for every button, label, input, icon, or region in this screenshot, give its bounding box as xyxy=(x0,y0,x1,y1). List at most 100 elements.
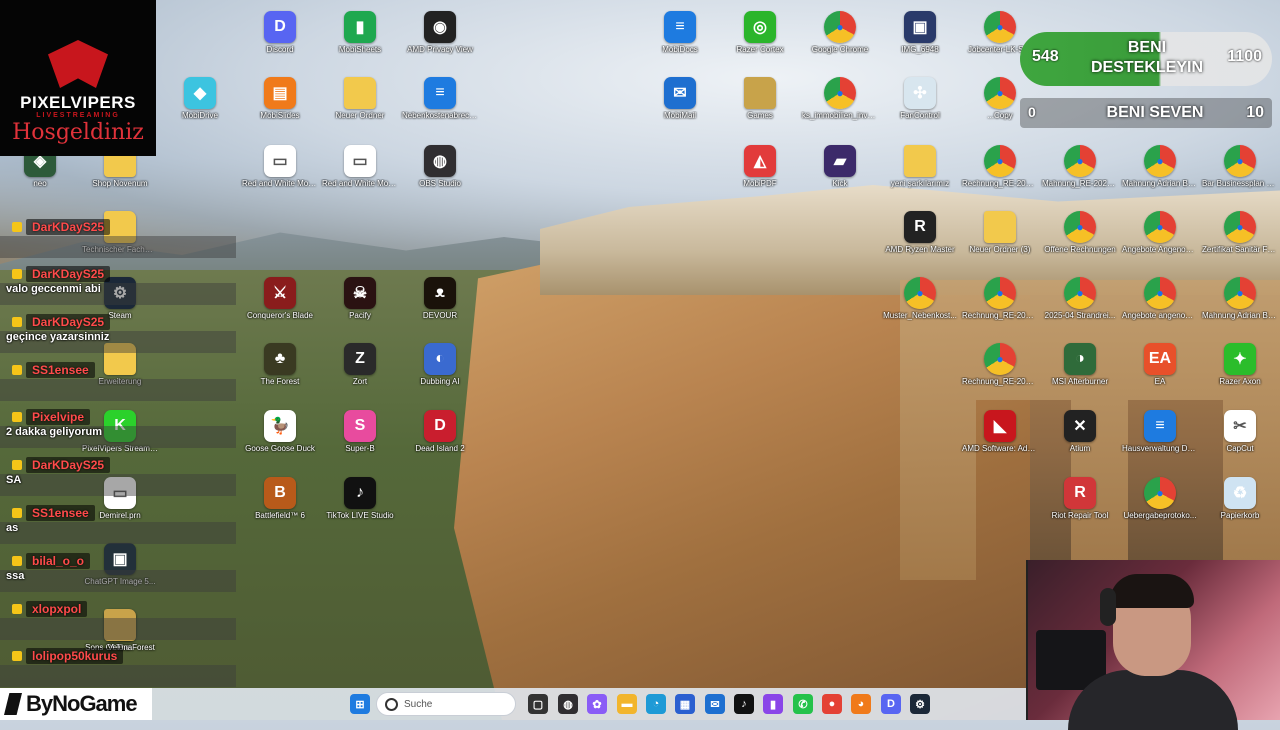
tiktok-icon[interactable]: ♪ xyxy=(734,694,754,714)
desktop-icon[interactable]: ◐ Dubbing AI xyxy=(400,338,480,400)
discord-icon[interactable]: D xyxy=(881,694,901,714)
desktop-icon[interactable]: ✣ FanControl xyxy=(880,72,960,134)
desktop-icon[interactable]: R Riot Repair Tool xyxy=(1040,472,1120,534)
desktop-icon[interactable]: ● Rechnung_RE-2025... Abschlagsrechnun... xyxy=(960,140,1040,202)
desktop-icon[interactable]: 🦆 Goose Goose Duck xyxy=(240,405,320,467)
icon-glyph: ▤ xyxy=(272,85,288,102)
desktop-icon[interactable]: ✦ Razer Axon xyxy=(1200,338,1280,400)
desktop-icon-label: Red and White Modern Men's F... xyxy=(322,179,400,188)
desktop-icon[interactable]: ◍ OBS Studio xyxy=(400,140,480,202)
desktop-icon[interactable]: ᴥ DEVOUR xyxy=(400,272,480,334)
desktop-icon[interactable]: S Super-B xyxy=(320,405,400,467)
icon-glyph: ▭ xyxy=(352,153,368,170)
desktop-icon-label: Dead Island 2 xyxy=(415,444,465,453)
desktop-icon[interactable]: ✂ CapCut xyxy=(1200,405,1280,467)
file-explorer-icon[interactable]: ▬ xyxy=(617,694,637,714)
desktop-icon[interactable]: D Discord xyxy=(240,6,320,68)
desktop-icon[interactable]: ≡ Nebenkostenabrec... 2024 Ian xyxy=(400,72,480,134)
desktop-icon[interactable]: ☠ Pacify xyxy=(320,272,400,334)
desktop-icon[interactable]: ◣ AMD Software: Adrenalin Edition xyxy=(960,405,1040,467)
chrome-icon: ● xyxy=(1224,211,1256,243)
desktop-icon[interactable]: ▭ Red and White Modern Men's F... xyxy=(240,140,320,202)
windows-start-icon[interactable]: ⊞ xyxy=(350,694,370,714)
icon-glyph: ▰ xyxy=(833,153,847,170)
desktop-icon[interactable]: ● Angebote angenommen xyxy=(1120,272,1200,334)
steam-icon[interactable]: ⚙ xyxy=(910,694,930,714)
whatsapp-icon[interactable]: ✆ xyxy=(793,694,813,714)
desktop-icon[interactable]: ✉ MobiMail xyxy=(640,72,720,134)
copilot-icon[interactable]: ✿ xyxy=(587,694,607,714)
desktop-icon[interactable]: ♣ The Forest xyxy=(240,338,320,400)
taskbar-search[interactable]: Suche xyxy=(376,692,516,716)
folder-icon xyxy=(904,145,936,177)
chrome-icon: ● xyxy=(1064,277,1096,309)
chat-username: DarKDayS25 xyxy=(26,314,111,330)
icon-glyph: ▭ xyxy=(272,153,288,170)
desktop-icon-label: Uebergabeprotoko... xyxy=(1123,511,1197,520)
mail-icon[interactable]: ✉ xyxy=(705,694,725,714)
edge-icon[interactable]: ◔ xyxy=(646,694,666,714)
desktop-icon[interactable]: ● Angebote Angenommen xyxy=(1120,206,1200,268)
desktop-icon[interactable]: ● 2025-04 Strandrei... xyxy=(1040,272,1120,334)
twitch-icon[interactable]: ▮ xyxy=(763,694,783,714)
icon-glyph: ◎ xyxy=(753,19,767,36)
icon-glyph: ● xyxy=(996,286,1004,300)
chat-text: 2 dakka geliyorum xyxy=(6,426,102,438)
desktop-icon[interactable]: ● Mahnung_RE-2025... xyxy=(1040,140,1120,202)
desktop-icon[interactable]: ● Muster_Nebenkost... xyxy=(880,272,960,334)
desktop-icon[interactable]: Neuer Ordner xyxy=(320,72,400,134)
desktop-icon[interactable]: D Dead Island 2 xyxy=(400,405,480,467)
desktop-icon[interactable]: ▰ Kick xyxy=(800,140,880,202)
sheets-icon: ▮ xyxy=(344,11,376,43)
desktop-icon-label: Muster_Nebenkost... xyxy=(883,311,957,320)
icon-glyph: ● xyxy=(836,86,844,100)
desktop-icon-label: ks_immobilien_invest xyxy=(802,111,879,120)
desktop-icon[interactable]: ≡ MobiDocs xyxy=(640,6,720,68)
desktop-icon[interactable]: Z Zort xyxy=(320,338,400,400)
task-view-icon[interactable]: ▢ xyxy=(528,694,548,714)
desktop-icon[interactable]: ⚔ Conqueror's Blade xyxy=(240,272,320,334)
desktop-icon[interactable]: ♪ TikTok LIVE Studio xyxy=(320,472,400,534)
desktop-icon[interactable]: ✕ Atium xyxy=(1040,405,1120,467)
chat-username-row: SS1ensee xyxy=(12,504,95,522)
chat-username-row: DarKDayS25 xyxy=(12,265,111,283)
desktop-icon[interactable]: R AMD Ryzen Master xyxy=(880,206,960,268)
desktop-icon[interactable]: ◉ AMD Privacy View xyxy=(400,6,480,68)
desktop-icon[interactable]: ● Google Chrome xyxy=(800,6,880,68)
desktop-icon[interactable]: ● Mahnung Adrian Bodner xyxy=(1200,272,1280,334)
obs-icon[interactable]: ◍ xyxy=(558,694,578,714)
desktop-icon[interactable]: ◭ MobiPDF xyxy=(720,140,800,202)
calculator-icon[interactable]: ▦ xyxy=(675,694,695,714)
desktop-icon-label: MobiDrive xyxy=(181,111,218,120)
edge-beta-icon[interactable]: ◕ xyxy=(851,694,871,714)
chrome-icon[interactable]: ● xyxy=(822,694,842,714)
desktop-icon[interactable]: yeni şarkılarımız xyxy=(880,140,960,202)
desktop-icon[interactable]: EA EA xyxy=(1120,338,1200,400)
desktop-icon[interactable]: ● Rechnung_RE-2025... Rechnung Jörg Gart.… xyxy=(960,272,1040,334)
desktop-icon[interactable]: ● Offene Rechnungen xyxy=(1040,206,1120,268)
desktop-icon[interactable]: ▣ IMG_6948 xyxy=(880,6,960,68)
desktop-icon[interactable]: ● Zertifikat Sanitär Fachkraft xyxy=(1200,206,1280,268)
desktop-icon[interactable]: ● Bar Businessplan Pdf Ready (2) xyxy=(1200,140,1280,202)
desktop-icon[interactable]: B Battlefield™ 6 xyxy=(240,472,320,534)
desktop-icon[interactable]: Games xyxy=(720,72,800,134)
chat-username: SS1ensee xyxy=(26,362,95,378)
desktop-icon[interactable]: ● ks_immobilien_invest xyxy=(800,72,880,134)
fan-icon: ✣ xyxy=(904,77,936,109)
desktop-icon[interactable]: ▮ MobiSheets xyxy=(320,6,400,68)
icon-glyph: ◑ xyxy=(1075,350,1085,367)
game-icon: B xyxy=(264,477,296,509)
desktop-icon[interactable]: ▤ MobiSlides xyxy=(240,72,320,134)
desktop-icon[interactable]: ♻ Papierkorb xyxy=(1200,472,1280,534)
desktop-icon[interactable]: ≡ Hausverwaltung Dyer xyxy=(1120,405,1200,467)
desktop-icon[interactable]: ◑ MSI Afterburner xyxy=(1040,338,1120,400)
webcam-person-hair xyxy=(1110,574,1194,608)
desktop-icon[interactable]: ◎ Razer Cortex xyxy=(720,6,800,68)
desktop-icon[interactable]: ● Rechnung_RE-2025... xyxy=(960,338,1040,400)
desktop-icon[interactable]: ▭ Red and White Modern Men's F... xyxy=(320,140,400,202)
desktop-icon[interactable]: Neuer Ordner (3) xyxy=(960,206,1040,268)
desktop-icon[interactable]: ● Uebergabeprotoko... xyxy=(1120,472,1200,534)
logo-subtitle: LIVESTREAMING xyxy=(36,112,120,119)
desktop-icon[interactable]: ● Mahnung Adrian Bodner.pdf xyxy=(1120,140,1200,202)
desktop-icon[interactable]: ◆ MobiDrive xyxy=(160,72,240,134)
